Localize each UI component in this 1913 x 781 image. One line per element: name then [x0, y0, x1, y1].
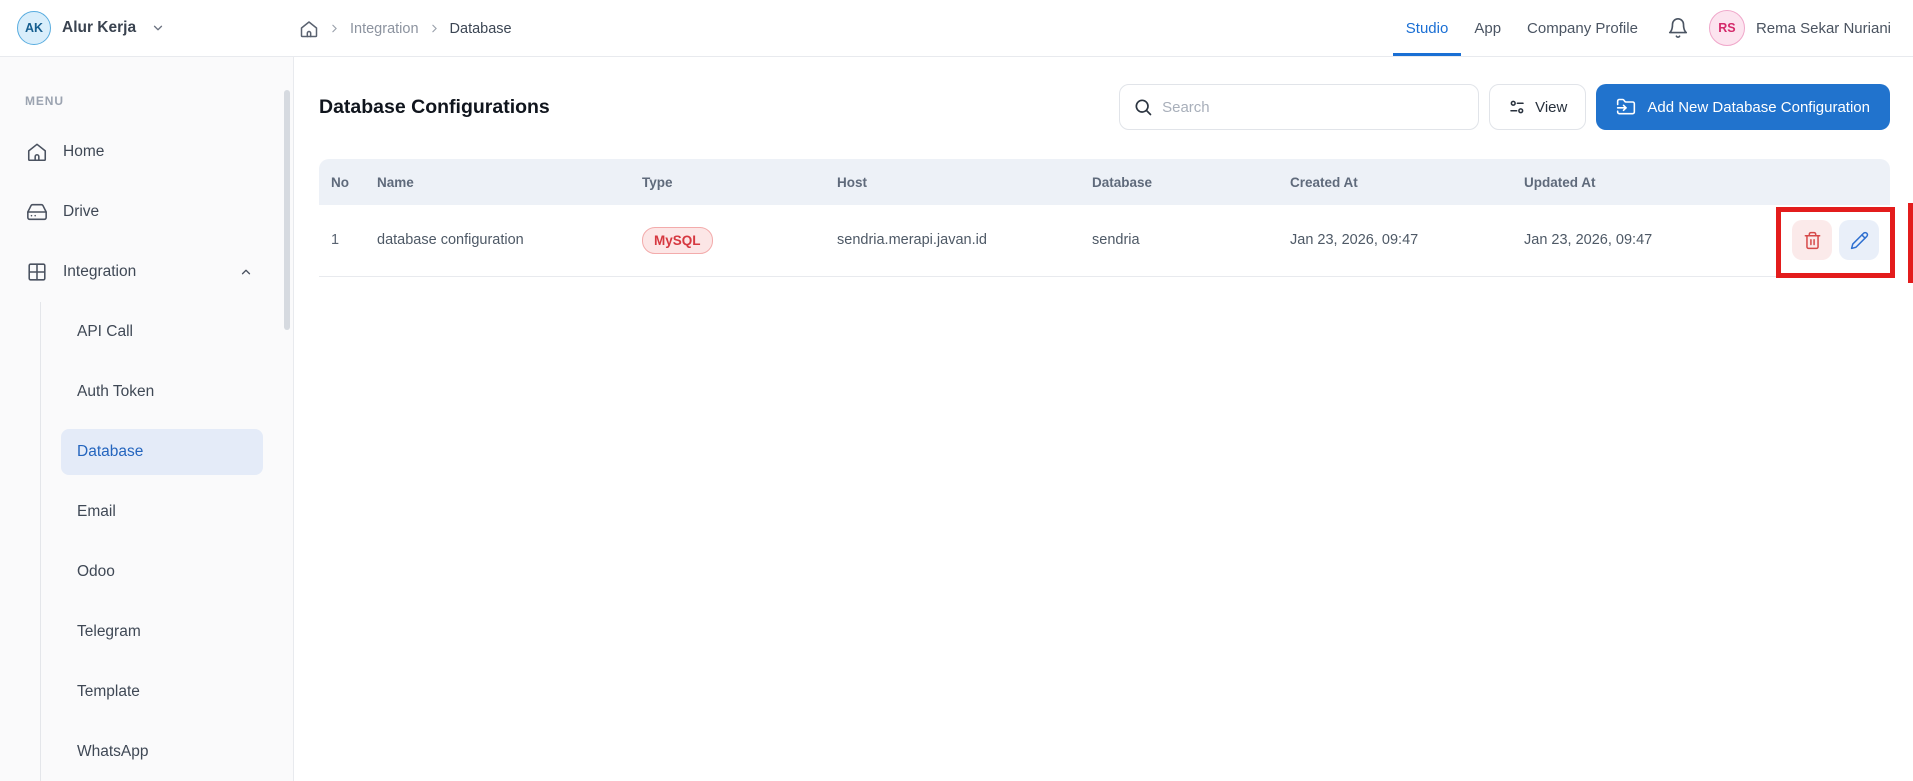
tab-app[interactable]: App — [1461, 0, 1514, 56]
breadcrumb: Integration Database — [299, 0, 512, 57]
mysql-badge: MySQL — [642, 226, 713, 254]
sidebar-item-auth-token[interactable]: Auth Token — [41, 362, 293, 422]
sidebar-item-label: Odoo — [77, 563, 115, 580]
table-header-row: No Name Type Host Database Created At Up… — [319, 159, 1890, 205]
folder-input-icon — [1616, 97, 1636, 117]
topbar-right: Studio App Company Profile RS Rema Sekar… — [1392, 0, 1913, 56]
delete-button[interactable] — [1792, 220, 1832, 261]
sidebar-item-label: Database — [61, 429, 263, 475]
column-header-type: Type — [642, 159, 837, 205]
bell-icon — [1667, 17, 1689, 39]
cell-created-at: Jan 23, 2026, 09:47 — [1290, 205, 1524, 277]
breadcrumb-item-database: Database — [449, 20, 512, 37]
column-header-host: Host — [837, 159, 1092, 205]
sidebar: MENU Home Drive Integration API Call Aut… — [0, 57, 294, 781]
sidebar-item-api-call[interactable]: API Call — [41, 302, 293, 362]
page-title: Database Configurations — [319, 95, 550, 118]
database-configurations-table: No Name Type Host Database Created At Up… — [319, 159, 1890, 277]
sidebar-section-label: MENU — [25, 94, 64, 108]
notifications-button[interactable] — [1667, 0, 1689, 56]
sidebar-item-label: Drive — [63, 203, 100, 220]
sidebar-item-label: Home — [63, 143, 105, 160]
column-header-database: Database — [1092, 159, 1290, 205]
topbar: AK Alur Kerja Integration Database Studi… — [0, 0, 1913, 57]
cell-database: sendria — [1092, 205, 1290, 277]
cell-name: database configuration — [377, 205, 642, 277]
trash-icon — [1803, 231, 1822, 250]
cell-host: sendria.merapi.javan.id — [837, 205, 1092, 277]
cell-updated-at: Jan 23, 2026, 09:47 — [1524, 205, 1770, 277]
breadcrumb-separator — [328, 22, 341, 35]
cell-no: 1 — [319, 205, 377, 277]
toolbar-actions: View Add New Database Configuration — [1119, 84, 1890, 130]
column-header-actions — [1770, 159, 1890, 205]
column-header-updated-at: Updated At — [1524, 159, 1770, 205]
nav-tabs: Studio App Company Profile — [1392, 0, 1651, 56]
search-input[interactable] — [1119, 84, 1480, 130]
breadcrumb-separator — [428, 22, 441, 35]
tab-studio[interactable]: Studio — [1392, 0, 1462, 56]
add-button-label: Add New Database Configuration — [1647, 98, 1870, 116]
user-menu[interactable]: RS Rema Sekar Nuriani — [1708, 0, 1891, 56]
sidebar-item-label: Template — [77, 683, 140, 700]
sidebar-item-email[interactable]: Email — [41, 482, 293, 542]
chevron-up-icon — [239, 265, 253, 279]
search-box — [1119, 84, 1480, 130]
integration-submenu: API Call Auth Token Database Email Odoo … — [40, 302, 293, 781]
breadcrumb-item-integration[interactable]: Integration — [350, 21, 419, 37]
sidebar-item-label: Email — [77, 503, 116, 520]
sidebar-item-label: WhatsApp — [77, 743, 149, 760]
chevron-down-icon — [151, 21, 165, 35]
tab-company-profile[interactable]: Company Profile — [1514, 0, 1651, 56]
sidebar-item-label: Telegram — [77, 623, 141, 640]
user-avatar: RS — [1708, 10, 1745, 46]
workspace-name: Alur Kerja — [62, 19, 137, 36]
sidebar-item-label: API Call — [77, 323, 133, 340]
cell-type: MySQL — [642, 205, 837, 277]
view-button-label: View — [1535, 98, 1568, 116]
cell-actions — [1770, 205, 1890, 277]
sidebar-item-whatsapp[interactable]: WhatsApp — [41, 722, 293, 781]
home-icon — [26, 141, 48, 163]
edit-button[interactable] — [1839, 220, 1879, 261]
table-row: 1 database configuration MySQL sendria.m… — [319, 205, 1890, 277]
sliders-icon — [1508, 98, 1526, 116]
sidebar-item-odoo[interactable]: Odoo — [41, 542, 293, 602]
home-icon[interactable] — [299, 19, 319, 39]
main-content: Database Configurations View Add New Dat… — [294, 57, 1913, 781]
column-header-created-at: Created At — [1290, 159, 1524, 205]
workspace-switcher[interactable]: AK Alur Kerja — [0, 0, 165, 56]
column-header-name: Name — [377, 159, 642, 205]
sidebar-item-database[interactable]: Database — [41, 422, 293, 482]
workspace-avatar: AK — [17, 11, 51, 45]
sidebar-scrollbar[interactable] — [284, 90, 290, 330]
sidebar-item-label: Auth Token — [77, 383, 155, 400]
sidebar-item-label: Integration — [63, 263, 137, 280]
column-header-no: No — [319, 159, 377, 205]
sidebar-item-telegram[interactable]: Telegram — [41, 602, 293, 662]
user-name: Rema Sekar Nuriani — [1755, 19, 1891, 37]
view-button[interactable]: View — [1489, 84, 1587, 130]
sidebar-item-drive[interactable]: Drive — [0, 182, 293, 242]
drive-icon — [26, 201, 48, 223]
row-actions — [1770, 220, 1890, 261]
sidebar-item-integration[interactable]: Integration — [0, 242, 293, 302]
toolbar: Database Configurations View Add New Dat… — [319, 84, 1890, 130]
sidebar-item-template[interactable]: Template — [41, 662, 293, 722]
sidebar-item-home[interactable]: Home — [0, 122, 293, 182]
add-database-configuration-button[interactable]: Add New Database Configuration — [1596, 84, 1890, 130]
grid-icon — [26, 261, 48, 283]
pencil-icon — [1850, 231, 1869, 250]
